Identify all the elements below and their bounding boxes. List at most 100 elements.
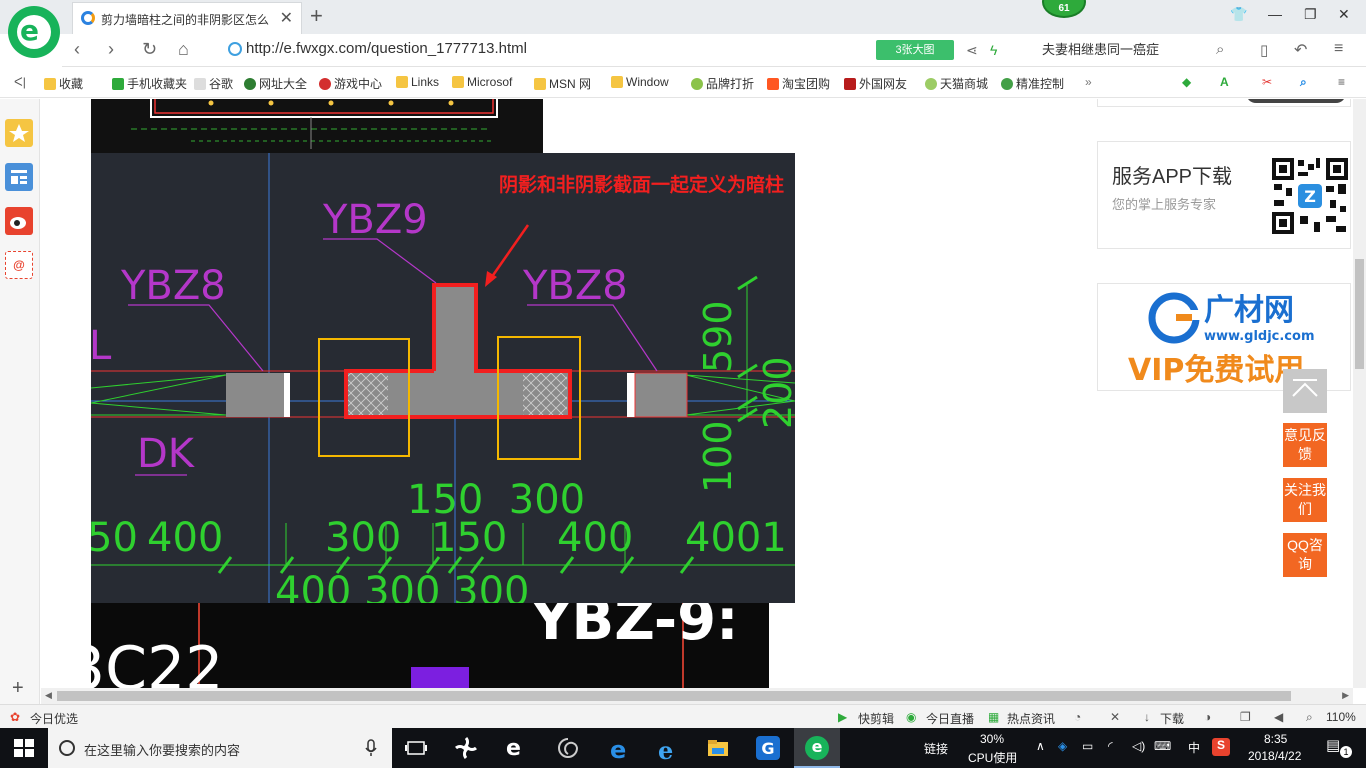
network-icon[interactable]: ▭ [1082,739,1093,753]
task-view-icon[interactable] [404,736,428,760]
bolt-icon[interactable]: ϟ [990,42,997,58]
bookmark-urls[interactable]: 网址大全 [244,75,307,92]
search-icon[interactable]: ⌕ [1216,41,1224,58]
zoom-level[interactable]: 110% [1326,710,1356,724]
vertical-scrollbar[interactable] [1353,99,1366,688]
microphone-icon[interactable] [364,739,378,757]
cad-image-main[interactable]: 阴影和非阴影截面一起定义为暗柱 YBZ9 YBZ8 YBZ8 L DK 590 … [87,153,800,615]
ie-icon[interactable]: e [658,736,682,765]
undo-icon[interactable]: ↶ [1294,40,1307,60]
swirl-app-icon[interactable] [556,736,580,760]
new-tab-icon[interactable]: + [310,3,323,29]
speed-icon[interactable]: ◔ [1074,710,1081,724]
file-explorer-icon[interactable] [706,736,730,760]
bookmark-foreign[interactable]: 外国网友 [844,75,907,92]
ime-indicator[interactable]: 中 [1188,739,1200,756]
sogou-icon[interactable]: S [1212,738,1230,756]
tray-expand-icon[interactable]: ∧ [1036,739,1045,753]
active-app-slot[interactable]: e [794,728,840,768]
search-box[interactable]: 夫妻相继患同一癌症 [1042,38,1230,62]
mute-icon[interactable]: ◀ [1274,710,1283,724]
scissors-icon[interactable]: ✂ [1262,75,1272,89]
windows-start-icon[interactable] [12,736,36,760]
vertical-scroll-thumb[interactable] [1355,259,1364,369]
quick-edit[interactable]: 快剪辑 [858,710,894,727]
hot-news[interactable]: 热点资讯 [1007,710,1055,727]
shield-icon[interactable]: ◆ [1182,75,1191,89]
mobile-icon[interactable]: ▯ [1260,41,1268,59]
quick-edit-icon: ▶ [838,710,848,724]
share-icon[interactable]: ⋖ [966,42,978,59]
cad-image-top[interactable] [91,99,543,155]
menu-icon[interactable]: ≡ [1334,40,1343,58]
scroll-left-icon[interactable]: ◀ [45,690,52,701]
close-window-icon[interactable]: ✕ [1338,6,1350,23]
taskbar-search[interactable]: 在这里输入你要搜索的内容 [48,728,392,768]
horizontal-scroll-thumb[interactable] [57,691,1291,701]
translate-icon[interactable]: A [1220,75,1229,89]
bookmark-brand[interactable]: 品牌打折 [691,75,754,92]
cleanup-icon[interactable]: ◑ [1204,710,1211,724]
big-image-button[interactable]: 3张大图 [876,40,954,60]
bookmark-windows[interactable]: Window [611,75,669,89]
clock-date[interactable]: 2018/4/22 [1248,749,1301,763]
zoom-icon[interactable]: ⌕ [1300,75,1307,90]
tab-close-icon[interactable]: ✕ [280,8,293,28]
tray-app-icon[interactable]: ◈ [1058,739,1067,753]
bookmark-precise[interactable]: 精准控制 [1001,75,1064,92]
bookmark-games[interactable]: 游戏中心 [319,75,382,92]
keyboard-icon[interactable]: ⌨ [1154,739,1171,753]
home-icon[interactable]: ⌂ [178,39,189,60]
glodon-app-icon[interactable]: G [756,736,780,760]
mail-icon[interactable]: @ [5,251,33,279]
bookmark-taobao[interactable]: 淘宝团购 [767,75,830,92]
pin-icon[interactable]: ✕ [1110,710,1120,724]
service-app-card[interactable]: 服务APP下载 您的掌上服务专家 Z [1097,141,1351,249]
forward-icon[interactable]: › [108,39,114,60]
cad-image-bottom[interactable]: YBZ-9: 3C22 [67,588,769,688]
url-input[interactable]: http://e.fwxgx.com/question_1777713.html [246,40,527,57]
back-to-top-button[interactable] [1283,369,1327,413]
bookmark-favorites[interactable]: 收藏 [44,75,83,92]
bookmark-msn[interactable]: MSN 网 [534,75,591,92]
bookmark-tmall[interactable]: 天猫商城 [925,75,988,92]
add-panel-icon[interactable]: + [12,677,24,700]
reload-icon[interactable]: ↻ [142,39,157,60]
window-icon[interactable]: ❐ [1240,710,1251,724]
skin-icon[interactable]: 👕 [1230,6,1247,23]
today-pick[interactable]: 今日优选 [30,710,78,727]
clock-time[interactable]: 8:35 [1264,732,1287,746]
extension-badge[interactable]: 61 [1042,0,1086,18]
horizontal-scrollbar[interactable]: ◀ ▶ [41,688,1353,704]
bookmark-google[interactable]: 谷歌 [194,75,233,92]
news-icon[interactable] [5,163,33,191]
scroll-right-icon[interactable]: ▶ [1342,690,1349,701]
download[interactable]: 下载 [1160,710,1184,727]
volume-icon[interactable]: ◁) [1132,739,1145,753]
bookmark-mobile[interactable]: 手机收藏夹 [112,75,187,92]
favorites-star-icon[interactable] [5,119,33,147]
browser-e-icon[interactable]: e [506,736,530,761]
browser-logo[interactable]: e [8,6,60,58]
follow-button[interactable]: 关注我们 [1283,478,1327,522]
minimize-icon[interactable]: — [1268,6,1282,22]
bookmark-links[interactable]: Links [396,75,439,89]
notification-icon[interactable]: ▤ [1326,736,1340,754]
bookmark-microsoft[interactable]: Microsof [452,75,512,89]
bookmarks-toggle-icon[interactable]: ᐸ| [14,75,26,89]
live[interactable]: 今日直播 [926,710,974,727]
live-icon: ◉ [906,710,917,724]
browser-tab[interactable]: 剪力墙暗柱之间的非阴影区怎么 ✕ [72,2,302,34]
qq-button[interactable]: QQ咨询 [1283,533,1327,577]
link-label[interactable]: 链接 [924,740,948,757]
feedback-button[interactable]: 意见反馈 [1283,423,1327,467]
bookmarks-menu-icon[interactable]: ≡ [1338,75,1345,89]
more-bookmarks-icon[interactable]: » [1085,75,1092,89]
edge-icon[interactable]: e [610,736,634,764]
qr-code[interactable]: Z [1270,156,1350,236]
restore-icon[interactable]: ❐ [1304,6,1317,23]
back-icon[interactable]: ‹ [74,39,80,60]
weibo-icon[interactable] [5,207,33,235]
fan-app-icon[interactable] [454,736,478,760]
wifi-icon[interactable]: ◜ [1108,739,1113,753]
